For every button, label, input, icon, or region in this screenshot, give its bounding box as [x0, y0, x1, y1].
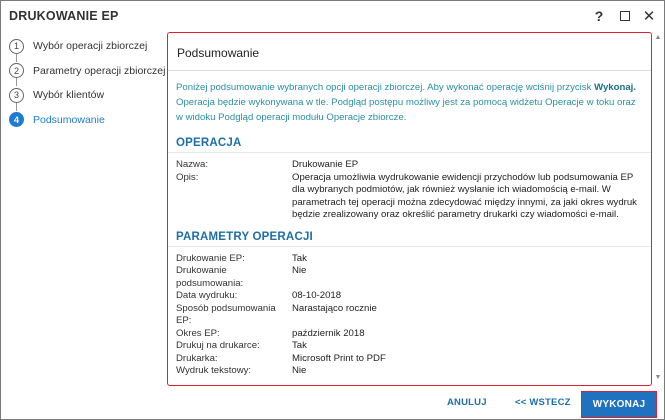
field-row: Wydruk tekstowy: Nie: [168, 365, 651, 378]
field-key: Opis:: [176, 171, 199, 183]
step-summary[interactable]: 4 Podsumowanie: [9, 108, 159, 133]
field-row: Drukarka: Microsoft Print to PDF: [168, 353, 651, 366]
field-row: Drukowanie podsumowania: Nie: [168, 265, 651, 290]
maximize-icon[interactable]: [615, 7, 635, 25]
field-value: Nie: [292, 265, 307, 276]
field-row: Drukuj na drukarce: Tak: [168, 340, 651, 353]
step-connector: [16, 102, 17, 111]
intro-text-part: Poniżej podsumowanie wybranych opcji ope…: [176, 82, 595, 93]
step-client-select[interactable]: 3 Wybór klientów: [9, 83, 159, 108]
title-bar: DRUKOWANIE EP ? ✕: [1, 1, 664, 31]
step-connector: [16, 77, 17, 86]
field-key: Okres EP:: [176, 327, 220, 339]
field-key: Sposób podsumowania EP:: [176, 302, 276, 327]
cancel-button[interactable]: ANULUJ: [447, 397, 487, 408]
field-value: Operacja umożliwia wydrukowanie ewidencj…: [292, 171, 637, 221]
field-row: Sposób podsumowania EP: Narastająco rocz…: [168, 303, 651, 328]
step-operation-params[interactable]: 2 Parametry operacji zbiorczej: [9, 59, 165, 84]
step-connector: [16, 53, 17, 62]
close-icon[interactable]: ✕: [639, 7, 659, 25]
field-value: Drukowanie EP: [292, 159, 359, 170]
step-number: 4: [9, 112, 24, 128]
field-key: Data wydruku:: [176, 290, 238, 301]
field-value: Nie: [292, 365, 307, 376]
panel-heading: Podsumowanie: [168, 33, 651, 71]
scroll-up-icon[interactable]: ▲: [653, 33, 663, 43]
scroll-down-icon[interactable]: ▼: [653, 373, 663, 383]
field-value: 08-10-2018: [292, 290, 342, 301]
wizard-steps: 1 Wybór operacji zbiorczej 2 Parametry o…: [9, 34, 165, 133]
step-label: Parametry operacji zbiorczej: [33, 64, 166, 77]
step-operation-select[interactable]: 1 Wybór operacji zbiorczej: [9, 34, 159, 59]
field-value: Tak: [292, 252, 307, 264]
field-key: Nazwa:: [176, 159, 208, 170]
dialog-footer: ANULUJ << WSTECZ WYKONAJ: [1, 389, 664, 419]
field-key: Drukarka:: [176, 352, 218, 364]
vertical-scrollbar[interactable]: ▲ ▼: [653, 33, 663, 383]
step-label: Wybór operacji zbiorczej: [33, 40, 148, 53]
back-button[interactable]: << WSTECZ: [515, 397, 571, 408]
intro-text-part: Operacja będzie wykonywana w tle. Podglą…: [176, 97, 636, 123]
window-title: DRUKOWANIE EP: [9, 9, 119, 23]
field-key: Drukuj na drukarce:: [176, 340, 260, 351]
intro-text-bold: Wykonaj.: [594, 82, 637, 93]
field-row: Okres EP: październik 2018: [168, 328, 651, 341]
field-value: Tak: [292, 340, 307, 351]
field-row: Drukowanie EP: Tak: [168, 253, 651, 266]
field-row: Data wydruku: 08-10-2018: [168, 290, 651, 303]
step-number: 1: [9, 38, 24, 54]
intro-text: Poniżej podsumowanie wybranych opcji ope…: [168, 71, 651, 125]
field-key: Drukowanie podsumowania:: [176, 265, 244, 289]
field-value: Narastająco rocznie: [292, 302, 377, 314]
field-key: Wydruk tekstowy:: [176, 365, 252, 376]
step-label: Podsumowanie: [33, 113, 105, 126]
field-row: Opis: Operacja umożliwia wydrukowanie ew…: [168, 172, 651, 222]
dialog-window: DRUKOWANIE EP ? ✕ 1 Wybór operacji zbior…: [0, 0, 665, 420]
field-value: Microsoft Print to PDF: [292, 352, 386, 364]
field-key: Drukowanie EP:: [176, 252, 245, 264]
section-title-operation: OPERACJA: [168, 137, 651, 153]
summary-panel: Podsumowanie Poniżej podsumowanie wybran…: [167, 32, 652, 386]
help-icon[interactable]: ?: [589, 7, 609, 25]
step-number: 2: [9, 63, 24, 79]
field-value: październik 2018: [292, 327, 365, 339]
section-title-params: PARAMETRY OPERACJI: [168, 231, 651, 247]
field-row: Nazwa: Drukowanie EP: [168, 159, 651, 172]
step-label: Wybór klientów: [33, 89, 105, 102]
step-number: 3: [9, 87, 24, 103]
execute-button[interactable]: WYKONAJ: [581, 391, 657, 418]
